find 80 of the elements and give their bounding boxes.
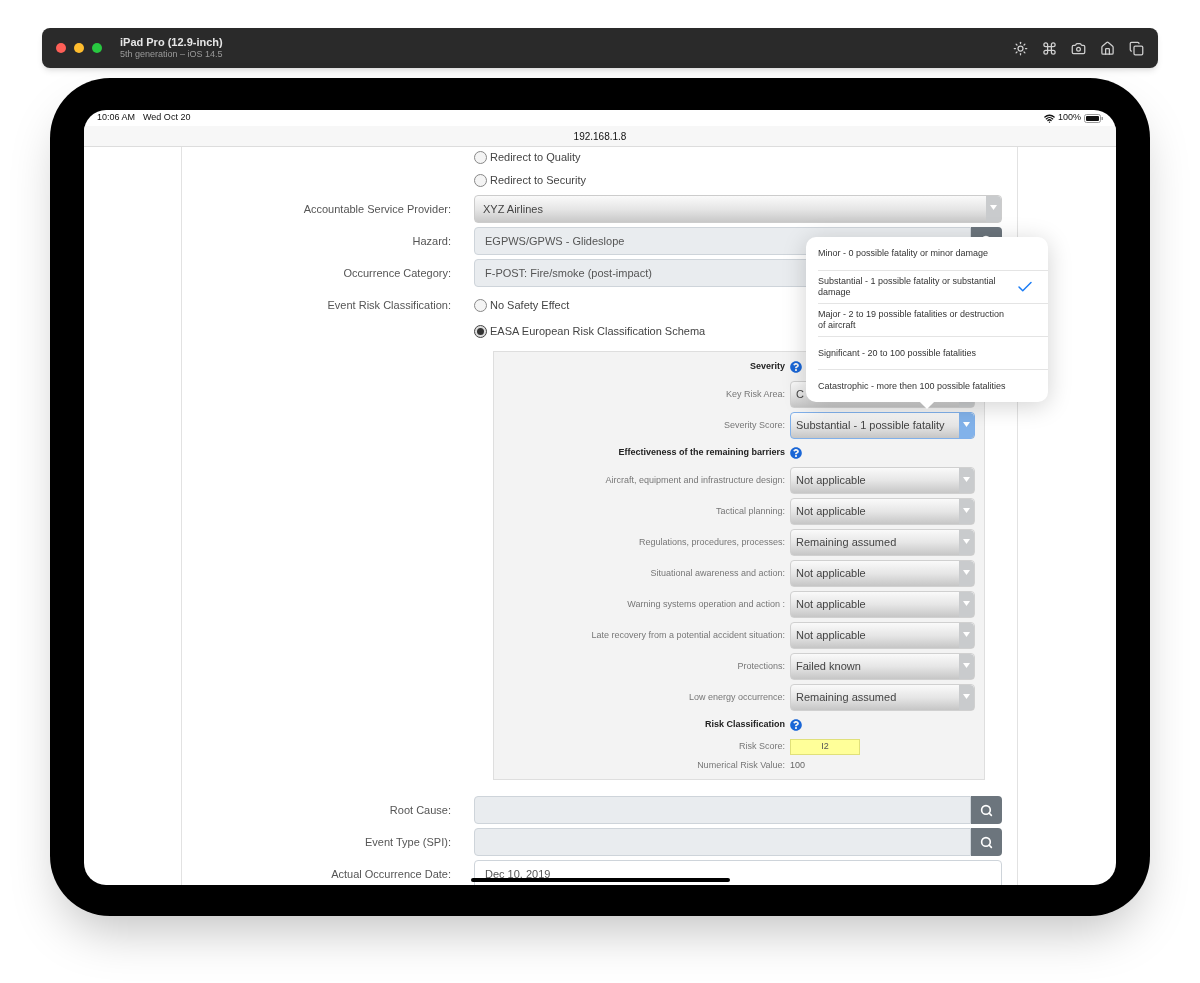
caret-icon bbox=[963, 508, 970, 513]
field-label: Severity Score: bbox=[722, 418, 785, 432]
battery-icon bbox=[1084, 113, 1103, 123]
field-label: Situational awareness and action: bbox=[649, 566, 785, 580]
battery-level: 100% bbox=[1057, 111, 1081, 125]
search-button[interactable] bbox=[971, 828, 1002, 856]
status-time: 10:06 AM bbox=[97, 111, 136, 125]
caret-icon bbox=[990, 205, 997, 210]
radio-label: EASA European Risk Classification Schema bbox=[490, 323, 706, 339]
minimize-window-button[interactable] bbox=[74, 43, 84, 53]
field-label: Numerical Risk Value: bbox=[696, 759, 785, 773]
field-label: Risk Score: bbox=[738, 740, 785, 754]
help-icon[interactable] bbox=[790, 447, 802, 459]
radio-label: No Safety Effect bbox=[490, 297, 570, 313]
menu-option[interactable]: Substantial - 1 possible fatality or substantial damage bbox=[818, 270, 1048, 303]
close-window-button[interactable] bbox=[56, 43, 66, 53]
caret-icon bbox=[963, 539, 970, 544]
caret-icon bbox=[963, 422, 970, 427]
field-label: Warning systems operation and action : bbox=[626, 597, 785, 611]
caret-icon bbox=[963, 663, 970, 668]
status-date: Wed Oct 20 bbox=[143, 111, 191, 125]
risk-value: 100 bbox=[790, 759, 806, 773]
search-icon bbox=[980, 803, 993, 817]
field-label: Late recovery from a potential accident situation: bbox=[590, 628, 785, 642]
caret-icon bbox=[963, 570, 970, 575]
field-label: Tactical planning: bbox=[714, 504, 785, 518]
field-label: Event Risk Classification: bbox=[326, 297, 451, 313]
search-icon bbox=[980, 835, 993, 849]
select-field[interactable]: Remaining assumed bbox=[790, 529, 975, 556]
select-field[interactable]: Not applicable bbox=[790, 591, 975, 618]
section-heading: Effectiveness of the remaining barriers bbox=[617, 446, 785, 460]
select-field[interactable]: Not applicable bbox=[790, 498, 975, 525]
section-heading: Risk Classification bbox=[703, 718, 785, 732]
field-label: Hazard: bbox=[411, 233, 451, 249]
wifi-icon bbox=[1043, 112, 1055, 124]
select-field[interactable]: Not applicable bbox=[790, 622, 975, 649]
caret-icon bbox=[963, 694, 970, 699]
field-label: Occurrence Category: bbox=[342, 265, 451, 281]
field-label: Regulations, procedures, processes: bbox=[637, 535, 785, 549]
caret-icon bbox=[963, 477, 970, 482]
field-label: Key Risk Area: bbox=[724, 387, 785, 401]
radio-label: Redirect to Security bbox=[490, 172, 586, 188]
help-icon[interactable] bbox=[790, 361, 802, 373]
field-label: Aircraft, equipment and infrastructure design: bbox=[604, 473, 785, 487]
brightness-icon[interactable] bbox=[1013, 40, 1028, 56]
zoom-window-button[interactable] bbox=[92, 43, 102, 53]
select-field[interactable]: XYZ Airlines bbox=[474, 195, 1002, 223]
address-bar[interactable]: 192.168.1.8 bbox=[84, 126, 1116, 147]
radio-button[interactable] bbox=[474, 298, 487, 312]
field-label: Protections: bbox=[736, 659, 785, 673]
search-button[interactable] bbox=[971, 796, 1002, 824]
menu-option[interactable]: Significant - 20 to 100 possible fatalities bbox=[818, 336, 1048, 369]
select-field[interactable]: Remaining assumed bbox=[790, 684, 975, 711]
help-icon[interactable] bbox=[790, 719, 802, 731]
select-field[interactable]: Not applicable bbox=[790, 467, 975, 494]
field-label: Accountable Service Provider: bbox=[302, 201, 451, 217]
command-icon[interactable] bbox=[1042, 40, 1057, 56]
caret-icon bbox=[963, 601, 970, 606]
field-label: Root Cause: bbox=[388, 802, 451, 818]
caret-icon bbox=[963, 632, 970, 637]
device-subtitle: 5th generation – iOS 14.5 bbox=[120, 49, 223, 61]
select-field[interactable]: Substantial - 1 possible fatality bbox=[790, 412, 975, 439]
section-heading: Severity bbox=[748, 360, 785, 374]
risk-score-field[interactable]: I2 bbox=[790, 739, 860, 755]
home-icon[interactable] bbox=[1100, 40, 1115, 56]
search-field[interactable] bbox=[474, 828, 971, 856]
radio-button[interactable] bbox=[474, 150, 487, 164]
select-field[interactable]: Not applicable bbox=[790, 560, 975, 587]
search-field[interactable] bbox=[474, 796, 971, 824]
radio-label: Redirect to Quality bbox=[490, 149, 581, 165]
date-field[interactable]: Dec 10, 2019 bbox=[474, 860, 1002, 885]
menu-option[interactable]: Major - 2 to 19 possible fatalities or destruction of aircraft bbox=[818, 303, 1048, 336]
camera-icon[interactable] bbox=[1071, 40, 1086, 56]
select-field[interactable]: Failed known bbox=[790, 653, 975, 680]
radio-button[interactable] bbox=[474, 173, 487, 187]
device-title: iPad Pro (12.9-inch) bbox=[120, 35, 223, 50]
field-label: Low energy occurrence: bbox=[687, 690, 785, 704]
field-label: Actual Occurrence Date: bbox=[330, 866, 451, 882]
field-label: Event Type (SPI): bbox=[364, 834, 451, 850]
radio-button[interactable] bbox=[474, 324, 487, 338]
